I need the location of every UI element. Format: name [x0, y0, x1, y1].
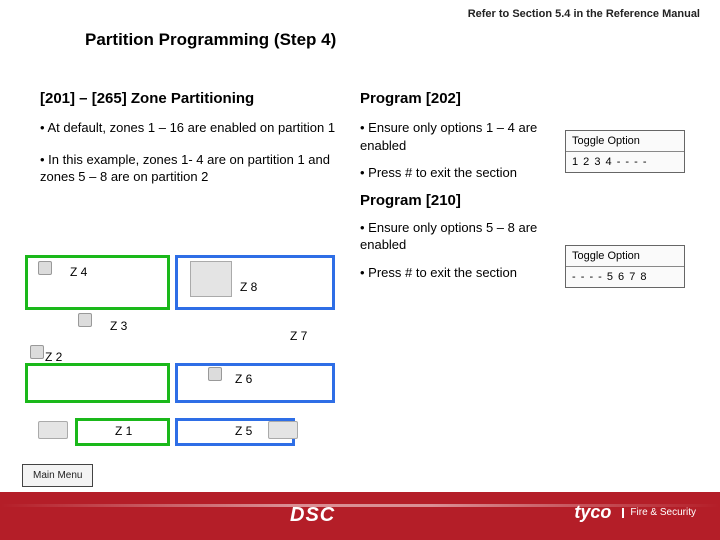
- toggle-option-value-1: 1 2 3 4 - - - -: [566, 152, 684, 172]
- footer-bar: DSC tyco Fire & Security: [0, 492, 720, 540]
- zone-label-z5: Z 5: [235, 424, 252, 438]
- motion-sensor-icon: [38, 261, 52, 275]
- zone-label-z4: Z 4: [70, 265, 87, 279]
- keypad-icon: [268, 421, 298, 439]
- zone-label-z7: Z 7: [290, 329, 307, 343]
- page-title: Partition Programming (Step 4): [85, 30, 336, 50]
- right-bullet-4: • Press # to exit the section: [360, 264, 555, 282]
- partition-1-box: [25, 363, 170, 403]
- dsc-logo: DSC: [290, 504, 335, 527]
- left-bullet-2: • In this example, zones 1- 4 are on par…: [40, 151, 345, 186]
- slide: Refer to Section 5.4 in the Reference Ma…: [0, 0, 720, 540]
- toggle-option-value-2: - - - - 5 6 7 8: [566, 267, 684, 287]
- motion-sensor-icon: [208, 367, 222, 381]
- zone-diagram: Z 4 Z 8 Z 3 Z 7 Z 2 Z 6 Z 1 Z 5: [20, 255, 350, 445]
- toggle-option-label: Toggle Option: [566, 131, 684, 152]
- program-202-header: Program [202]: [360, 90, 555, 107]
- zone-label-z1: Z 1: [115, 424, 132, 438]
- right-bullet-3: • Ensure only options 5 – 8 are enabled: [360, 219, 555, 254]
- toggle-option-box-2: Toggle Option - - - - 5 6 7 8: [565, 245, 685, 288]
- motion-sensor-icon: [78, 313, 92, 327]
- right-bullet-2: • Press # to exit the section: [360, 164, 555, 182]
- keypad-icon: [38, 421, 68, 439]
- toggle-option-label: Toggle Option: [566, 246, 684, 267]
- zone-label-z6: Z 6: [235, 372, 252, 386]
- program-210-header: Program [210]: [360, 192, 555, 209]
- zone-label-z2: Z 2: [45, 350, 62, 364]
- toggle-option-box-1: Toggle Option 1 2 3 4 - - - -: [565, 130, 685, 173]
- left-header: [201] – [265] Zone Partitioning: [40, 90, 345, 107]
- left-bullet-1: • At default, zones 1 – 16 are enabled o…: [40, 119, 345, 137]
- right-column: Program [202] • Ensure only options 1 – …: [360, 90, 555, 291]
- zone-label-z3: Z 3: [110, 319, 127, 333]
- tyco-logo: tyco Fire & Security: [574, 502, 696, 523]
- tyco-subtext: Fire & Security: [622, 508, 696, 518]
- right-bullet-1: • Ensure only options 1 – 4 are enabled: [360, 119, 555, 154]
- zone-label-z8: Z 8: [240, 280, 257, 294]
- main-menu-button[interactable]: Main Menu: [22, 464, 93, 487]
- tyco-text: tyco: [574, 502, 611, 522]
- left-column: [201] – [265] Zone Partitioning • At def…: [40, 90, 345, 200]
- reference-note: Refer to Section 5.4 in the Reference Ma…: [468, 8, 700, 20]
- control-panel-icon: [190, 261, 232, 297]
- motion-sensor-icon: [30, 345, 44, 359]
- partition-2-box: [175, 363, 335, 403]
